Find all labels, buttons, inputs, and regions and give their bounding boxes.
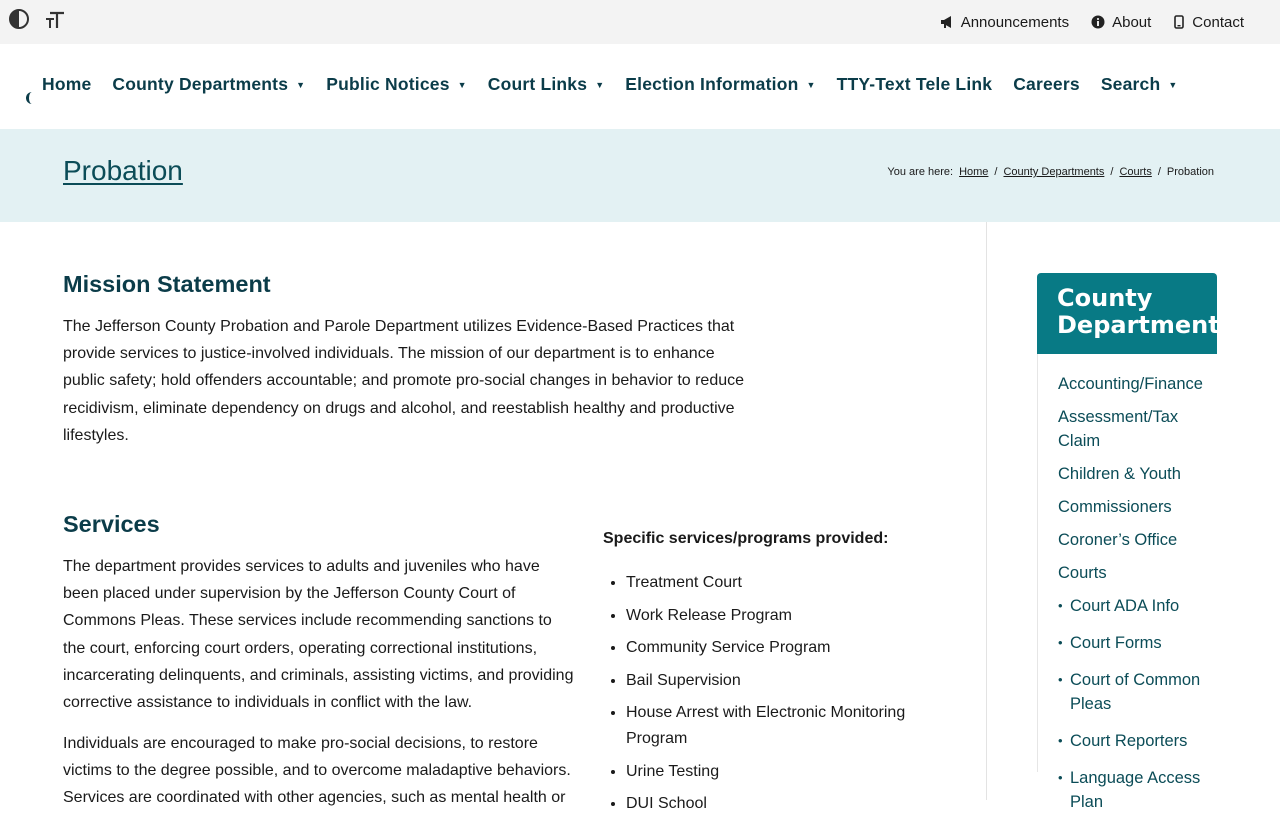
announcements-label: Announcements — [960, 13, 1070, 31]
nav-label: Careers — [1013, 74, 1080, 94]
accessibility-tools — [8, 8, 66, 30]
services-paragraph-2: Individuals are encouraged to make pro-s… — [63, 735, 571, 807]
sidebar-divider — [986, 222, 987, 800]
page-title[interactable]: Probation — [63, 155, 183, 187]
nav-item-court-links[interactable]: Court Links ▼ — [488, 74, 605, 95]
nav-item-county-departments[interactable]: County Departments ▼ — [112, 74, 305, 95]
sidebar-item-children-youth[interactable]: Children & Youth — [1058, 462, 1213, 486]
sidebar-county-departments: County Departments Accounting/Finance As… — [1037, 273, 1217, 811]
sidebar-subitem-label: Court ADA Info — [1070, 597, 1180, 615]
services-heading: Services — [63, 511, 160, 537]
sidebar-header: County Departments — [1037, 273, 1217, 354]
chevron-down-icon: ▼ — [457, 79, 467, 90]
breadcrumb-separator: / — [994, 166, 998, 178]
sidebar-title: County Departments — [1057, 285, 1217, 339]
nav-menu: Home County Departments ▼ Public Notices ▼… — [42, 74, 1199, 95]
chevron-down-icon: ▼ — [595, 79, 605, 90]
nav-label: County Departments — [112, 74, 289, 94]
list-item: Community Service Program — [626, 635, 956, 661]
sidebar-item-assessment-tax-claim[interactable]: Assessment/Tax Claim — [1058, 405, 1213, 453]
list-item: Treatment Court — [626, 570, 956, 596]
nav-item-tty-text-tele-link[interactable]: TTY-Text Tele Link — [837, 74, 993, 95]
contrast-icon[interactable] — [8, 8, 30, 30]
utility-bar: Announcements About Contact — [0, 0, 1280, 44]
utility-links: Announcements About Contact — [940, 0, 1244, 44]
breadcrumb-separator: / — [1110, 166, 1114, 178]
breadcrumb-current: Probation — [1166, 166, 1214, 178]
sidebar-subitem-court-of-common-pleas[interactable]: • Court of Common Pleas — [1058, 668, 1213, 716]
nav-item-careers[interactable]: Careers — [1013, 74, 1080, 95]
text-size-icon[interactable] — [44, 8, 66, 30]
programs-list: Treatment Court Work Release Program Com… — [603, 570, 956, 824]
nav-label: Search — [1100, 74, 1161, 94]
bullet-icon: • — [1058, 770, 1063, 785]
chevron-down-icon: ▼ — [1168, 79, 1178, 90]
nav-label: TTY-Text Tele Link — [836, 74, 993, 94]
sidebar-item-commissioners[interactable]: Commissioners — [1058, 495, 1213, 519]
mission-heading: Mission Statement — [63, 271, 271, 297]
announcements-link[interactable]: Announcements — [940, 14, 1069, 31]
breadcrumb-prefix: You are here: — [887, 166, 954, 178]
info-icon — [1091, 15, 1105, 29]
contact-label: Contact — [1192, 13, 1244, 31]
nav-item-home[interactable]: Home — [42, 74, 91, 95]
sidebar-subitem-label: Court of Common Pleas — [1070, 671, 1201, 713]
list-item: Urine Testing — [626, 759, 956, 785]
about-label: About — [1112, 13, 1152, 31]
breadcrumb: You are here: Home / County Departments … — [887, 166, 1214, 178]
bullet-icon: • — [1058, 733, 1063, 748]
contact-link[interactable]: Contact — [1173, 14, 1244, 31]
nav-label: Home — [42, 74, 92, 94]
nav-item-public-notices[interactable]: Public Notices ▼ — [326, 74, 467, 95]
sidebar-item-accounting-finance[interactable]: Accounting/Finance — [1058, 372, 1213, 396]
chevron-down-icon: ▼ — [296, 79, 306, 90]
list-item: Bail Supervision — [626, 668, 956, 694]
bullet-icon: • — [1058, 598, 1063, 613]
logo[interactable] — [26, 92, 35, 104]
sidebar-subitem-label: Court Reporters — [1070, 732, 1188, 750]
list-item: DUI School — [626, 791, 956, 817]
sidebar-subitem-label: Court Forms — [1070, 634, 1162, 652]
phone-icon — [1173, 15, 1185, 29]
sidebar-links: Accounting/Finance Assessment/Tax Claim … — [1037, 354, 1217, 811]
nav-label: Public Notices — [326, 74, 450, 94]
chevron-down-icon: ▼ — [806, 79, 816, 90]
breadcrumb-courts[interactable]: Courts — [1119, 166, 1151, 178]
nav-label: Court Links — [487, 74, 588, 94]
bullet-icon: • — [1058, 635, 1063, 650]
list-item: House Arrest with Electronic Monitoring … — [626, 700, 956, 752]
page-title-band: Probation You are here: Home / County De… — [0, 129, 1280, 222]
sidebar-title-text: County Departments — [1057, 284, 1217, 339]
services-paragraph-1: The department provides services to adul… — [63, 558, 574, 712]
breadcrumb-county-departments[interactable]: County Departments — [1003, 166, 1104, 178]
nav-item-election-information[interactable]: Election Information ▼ — [625, 74, 815, 95]
megaphone-icon — [940, 15, 954, 29]
nav-item-search[interactable]: Search ▼ — [1101, 74, 1178, 95]
sidebar-item-courts[interactable]: Courts — [1058, 561, 1213, 585]
programs-heading: Specific services/programs provided: — [603, 530, 889, 547]
sidebar-subitem-language-access-plan[interactable]: • Language Access Plan — [1058, 766, 1213, 814]
breadcrumb-separator: / — [1157, 166, 1161, 178]
list-item: Work Release Program — [626, 603, 956, 629]
nav-label: Election Information — [625, 74, 799, 94]
about-link[interactable]: About — [1091, 14, 1151, 31]
sidebar-subitem-court-reporters[interactable]: • Court Reporters — [1058, 729, 1213, 753]
sidebar-subitem-court-forms[interactable]: • Court Forms — [1058, 631, 1213, 655]
bullet-icon: • — [1058, 672, 1063, 687]
sidebar-subitem-court-ada-info[interactable]: • Court ADA Info — [1058, 594, 1213, 618]
mission-text: The Jefferson County Probation and Parol… — [63, 318, 745, 444]
main-navigation: Home County Departments ▼ Public Notices ▼… — [0, 44, 1280, 129]
sidebar-subitem-label: Language Access Plan — [1070, 769, 1201, 811]
sidebar-item-coroners-office[interactable]: Coroner’s Office — [1058, 528, 1213, 552]
breadcrumb-home[interactable]: Home — [959, 166, 988, 178]
